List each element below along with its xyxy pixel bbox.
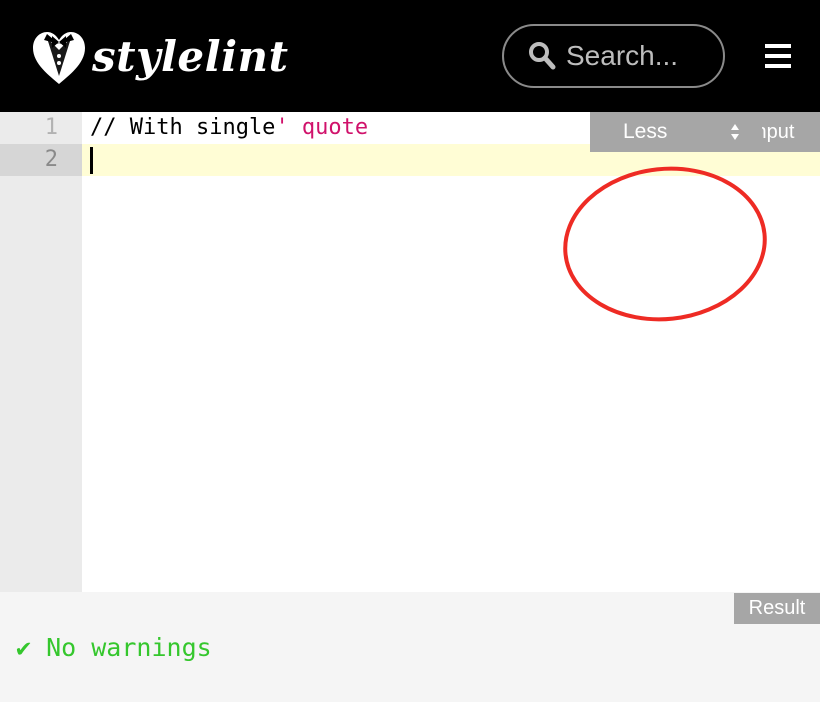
annotation-circle — [563, 166, 767, 322]
search-input[interactable] — [566, 40, 716, 72]
code-comment: // With single — [90, 115, 276, 140]
menu-bar — [765, 44, 791, 48]
lint-result-message: ✔ No warnings — [16, 633, 212, 662]
site-header: stylelint — [0, 0, 820, 112]
result-panel-label: Result — [734, 593, 820, 624]
hamburger-menu-icon[interactable] — [762, 40, 794, 72]
line-number-gutter — [0, 112, 82, 592]
search-icon — [529, 42, 556, 70]
menu-bar — [765, 54, 791, 58]
line-number: 2 — [0, 144, 82, 176]
search-box[interactable] — [502, 24, 725, 88]
input-panel-label: Input — [762, 112, 820, 152]
code-text[interactable]: // With single' quote — [90, 112, 368, 144]
code-string: ' quote — [275, 115, 369, 140]
result-panel: Result ✔ No warnings — [0, 592, 820, 702]
logo-text: stylelint — [92, 32, 289, 81]
line-number: 1 — [44, 115, 58, 140]
text-caret — [90, 147, 93, 174]
syntax-select-value: Less — [623, 120, 668, 143]
code-editor[interactable]: 1 // With single' quote 2 Less Input — [0, 112, 820, 592]
select-arrows-icon — [731, 124, 739, 140]
input-panel-label-text: Input — [762, 121, 795, 143]
tuxedo-heart-icon — [33, 32, 85, 84]
stylelint-logo[interactable]: stylelint — [30, 26, 288, 88]
menu-bar — [765, 64, 791, 68]
syntax-select[interactable]: Less — [590, 112, 762, 152]
